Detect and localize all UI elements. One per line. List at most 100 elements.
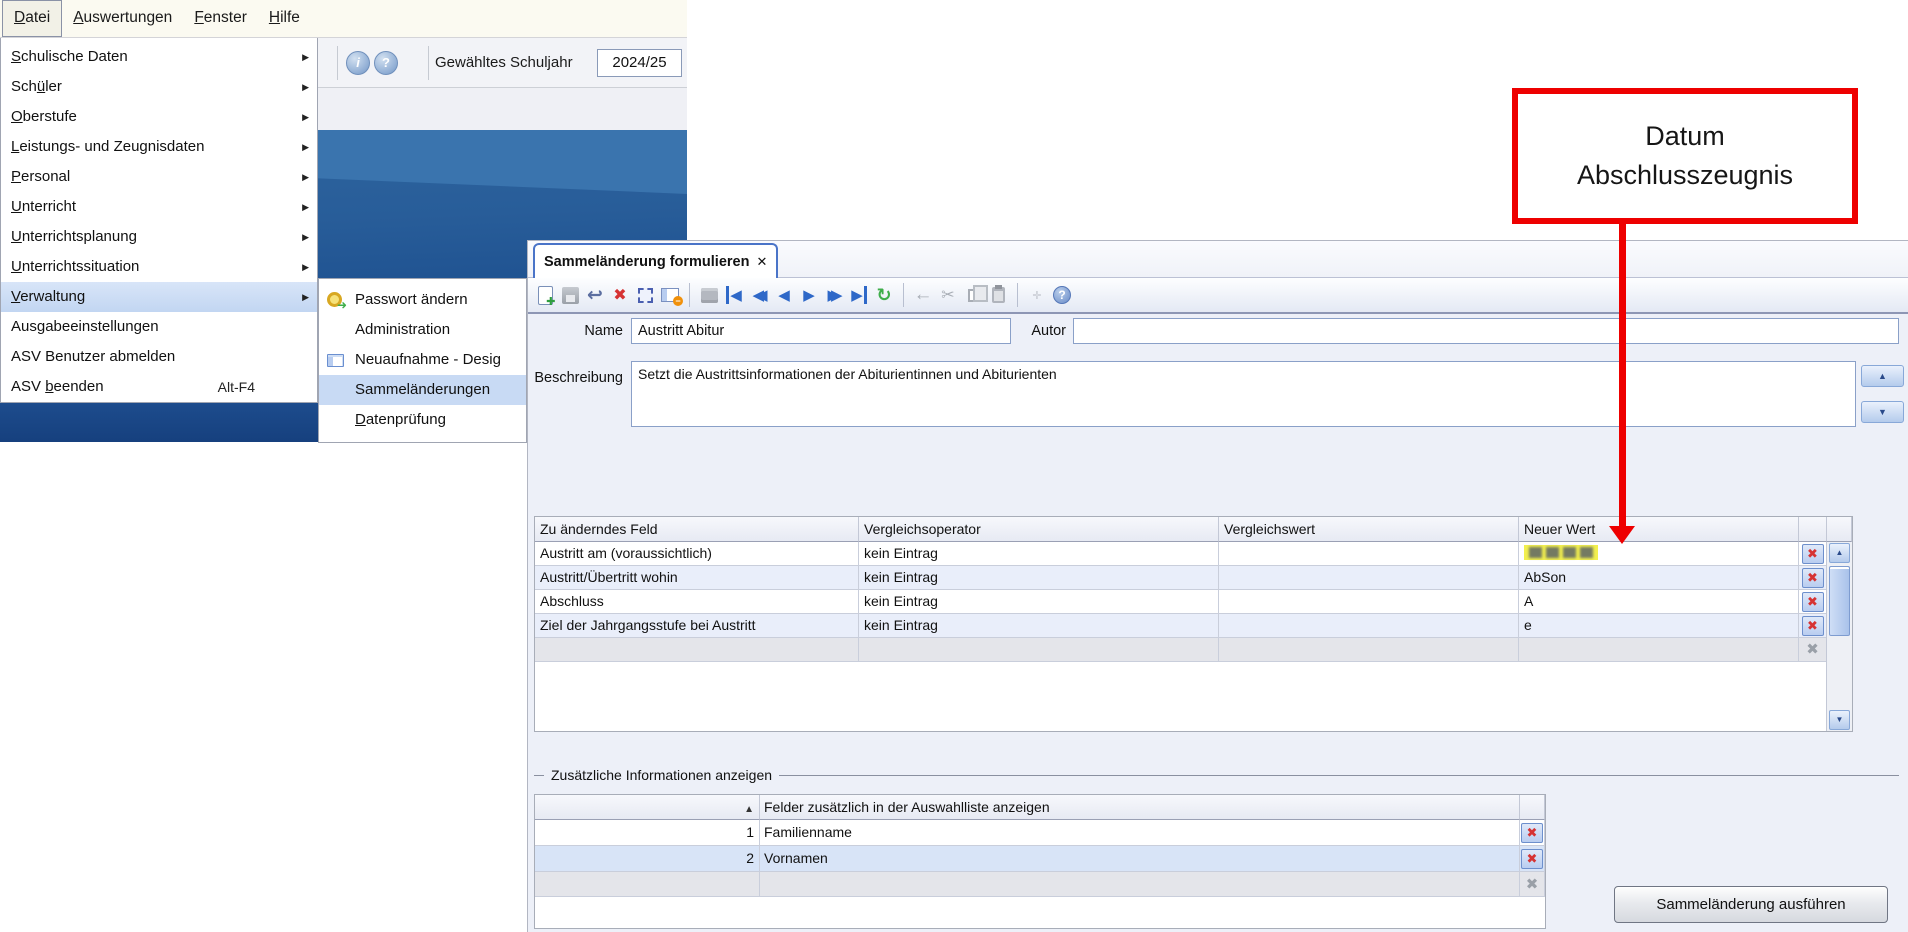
name-input[interactable]: Austritt Abitur — [631, 318, 1011, 344]
window-help-button[interactable]: ? — [1051, 284, 1073, 306]
new-value-cell[interactable]: AbSon — [1519, 566, 1799, 590]
scrollbar-thumb[interactable] — [1829, 566, 1850, 636]
compare-value-cell[interactable] — [1219, 590, 1519, 614]
menu-item-oberstufe[interactable]: Oberstufe▶ — [1, 102, 317, 132]
table-row-empty: ✖ — [535, 872, 1545, 898]
delete-row-button[interactable]: ✖ — [1802, 616, 1824, 636]
menu-item-unterricht[interactable]: Unterricht▶ — [1, 192, 317, 222]
copy-icon — [968, 289, 979, 302]
schuljahr-field[interactable]: 2024/25 — [597, 49, 682, 77]
compare-value-cell[interactable] — [1219, 638, 1519, 662]
beschreibung-textarea[interactable]: Setzt die Austrittsinformationen der Abi… — [631, 361, 1856, 427]
field-name-cell[interactable]: Familienname — [760, 820, 1520, 846]
scrollbar-down-button[interactable]: ▼ — [1829, 710, 1850, 730]
sort-column-header[interactable]: ▲ — [535, 795, 760, 820]
menu-item-verwaltung[interactable]: Verwaltung▶ — [1, 282, 317, 312]
nav-last-button[interactable]: ▶ — [848, 284, 870, 306]
menu-item-asv-beenden[interactable]: ASV beendenAlt-F4 — [1, 372, 317, 402]
cut-button[interactable]: ✂ — [937, 284, 959, 306]
chevron-down-icon: ▼ — [1836, 715, 1844, 724]
contacts-button[interactable] — [698, 284, 720, 306]
field-cell[interactable]: Austritt/Übertritt wohin — [535, 566, 859, 590]
field-name-cell[interactable] — [760, 872, 1520, 897]
menu-item-schulische-daten[interactable]: Schulische Daten▶ — [1, 42, 317, 72]
menu-item-leistungs-zeugnisdaten[interactable]: Leistungs- und Zeugnisdaten▶ — [1, 132, 317, 162]
operator-cell[interactable]: kein Eintrag — [859, 590, 1219, 614]
delete-row-button[interactable]: ✖ — [1802, 568, 1824, 588]
beschreibung-scroll-down-button[interactable]: ▼ — [1861, 401, 1904, 423]
nav-rewind-icon: ◀◀ — [752, 286, 759, 304]
delete-row-button[interactable]: ✖ — [1802, 544, 1824, 564]
nav-last-icon: ▶ — [851, 286, 867, 304]
compare-value-cell[interactable] — [1219, 614, 1519, 638]
table-row: Ziel der Jahrgangsstufe bei Austritt kei… — [535, 614, 1852, 638]
compare-value-cell[interactable] — [1219, 542, 1519, 566]
sammelaenderung-ausfuehren-button[interactable]: Sammeländerung ausführen — [1614, 886, 1888, 923]
delete-row-button[interactable]: ✖ — [1521, 849, 1543, 869]
column-header-actions — [1799, 517, 1827, 542]
nav-forward-button[interactable]: ▶▶ — [823, 284, 845, 306]
select-region-button[interactable] — [634, 284, 656, 306]
autor-input[interactable] — [1073, 318, 1899, 344]
nav-first-button[interactable]: ◀ — [723, 284, 745, 306]
menu-item-unterrichtsplanung[interactable]: Unterrichtsplanung▶ — [1, 222, 317, 252]
operator-cell[interactable]: kein Eintrag — [859, 614, 1219, 638]
field-cell[interactable]: Ziel der Jahrgangsstufe bei Austritt — [535, 614, 859, 638]
new-value-cell[interactable]: e — [1519, 614, 1799, 638]
compare-value-cell[interactable] — [1219, 566, 1519, 590]
copy-button[interactable] — [962, 284, 984, 306]
field-name-cell[interactable]: Vornamen — [760, 846, 1520, 872]
new-value-cell[interactable]: A — [1519, 590, 1799, 614]
plus-icon: ✚ — [546, 297, 555, 308]
field-cell[interactable]: Austritt am (voraussichtlich) — [535, 542, 859, 566]
submenu-arrow-icon: ▶ — [302, 102, 309, 132]
menubar-item-fenster[interactable]: Fenster — [183, 0, 258, 37]
field-cell[interactable] — [535, 638, 859, 662]
back-button[interactable]: ← — [912, 284, 934, 306]
operator-cell[interactable] — [859, 638, 1219, 662]
help-icon[interactable]: ? — [374, 51, 398, 75]
menu-item-schueler[interactable]: Schüler▶ — [1, 72, 317, 102]
save-button[interactable] — [559, 284, 581, 306]
info-icon[interactable]: i — [346, 51, 370, 75]
tab-sammelaenderung-formulieren[interactable]: Sammeländerung formulieren ✕ — [533, 243, 778, 278]
tab-close-icon[interactable]: ✕ — [756, 254, 767, 270]
menu-item-ausgabeeinstellungen[interactable]: Ausgabeeinstellungen — [1, 312, 317, 342]
scrollbar-up-button[interactable]: ▲ — [1829, 543, 1850, 563]
delete-row-disabled-icon: ✖ — [1526, 872, 1539, 897]
beschreibung-scroll-up-button[interactable]: ▲ — [1861, 365, 1904, 387]
submenu-item-datenpruefung[interactable]: Datenprüfung — [319, 405, 526, 435]
new-value-cell[interactable] — [1519, 638, 1799, 662]
field-cell[interactable]: Abschluss — [535, 590, 859, 614]
annotation-line1: Datum — [1645, 121, 1725, 152]
menu-item-unterrichtssituation[interactable]: Unterrichtssituation▶ — [1, 252, 317, 282]
menubar-item-auswertungen[interactable]: Auswertungen — [62, 0, 183, 37]
operator-cell[interactable]: kein Eintrag — [859, 566, 1219, 590]
form-edit-button[interactable]: − — [659, 284, 681, 306]
refresh-button[interactable]: ↻ — [873, 284, 895, 306]
new-value-cell-redacted[interactable] — [1519, 542, 1799, 566]
undo-button[interactable]: ↩ — [584, 284, 606, 306]
new-record-button[interactable]: ✚ — [534, 284, 556, 306]
delete-row-button[interactable]: ✖ — [1802, 592, 1824, 612]
column-header-actions — [1520, 795, 1545, 820]
submenu-item-passwort-aendern[interactable]: ➜ Passwort ändern — [319, 285, 526, 315]
submenu-item-sammelaenderungen[interactable]: Sammeländerungen — [319, 375, 526, 405]
nav-next-button[interactable]: ▶ — [798, 284, 820, 306]
menu-item-asv-benutzer-abmelden[interactable]: ASV Benutzer abmelden — [1, 342, 317, 372]
submenu-item-administration[interactable]: Administration — [319, 315, 526, 345]
menu-item-personal[interactable]: Personal▶ — [1, 162, 317, 192]
screenshot-root: Datei Auswertungen Fenster Hilfe i ? Gew… — [0, 0, 1908, 932]
nav-previous-button[interactable]: ◀ — [773, 284, 795, 306]
submenu-item-neuaufnahme-designer[interactable]: Neuaufnahme - Desig — [319, 345, 526, 375]
pin-button[interactable]: ✛ — [1026, 284, 1048, 306]
nav-rewind-button[interactable]: ◀◀ — [748, 284, 770, 306]
menubar-item-hilfe[interactable]: Hilfe — [258, 0, 311, 37]
redacted-highlight — [1524, 545, 1598, 560]
operator-cell[interactable]: kein Eintrag — [859, 542, 1219, 566]
paste-button[interactable] — [987, 284, 1009, 306]
column-header-felder[interactable]: Felder zusätzlich in der Auswahlliste an… — [760, 795, 1520, 820]
menubar-item-datei[interactable]: Datei — [2, 0, 62, 37]
delete-record-button[interactable]: ✖ — [609, 284, 631, 306]
delete-row-button[interactable]: ✖ — [1521, 823, 1543, 843]
